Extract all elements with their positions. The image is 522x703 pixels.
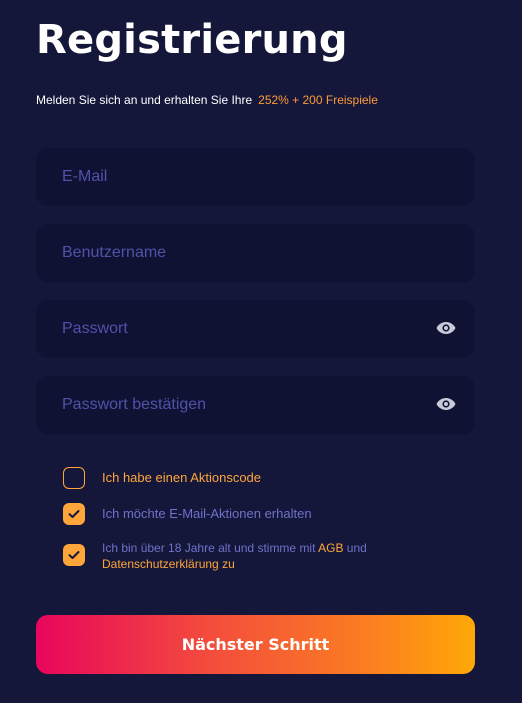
privacy-policy-link[interactable]: Datenschutzerklärung zu [102,557,235,571]
email-promotions-label[interactable]: Ich möchte E-Mail-Aktionen erhalten [102,505,312,523]
terms-row: Ich bin über 18 Jahre alt und stimme mit… [63,541,402,572]
promo-text: 252% + 200 Freispiele [258,93,378,107]
confirm-password-input[interactable] [36,376,475,434]
confirm-password-field [36,376,475,434]
terms-label: Ich bin über 18 Jahre alt und stimme mit… [102,540,402,572]
terms-and-text: und [343,541,367,555]
eye-icon[interactable] [435,321,457,335]
checkmark-icon [68,551,80,559]
promo-code-checkbox[interactable] [63,467,85,489]
email-input[interactable] [36,148,475,206]
promo-code-label[interactable]: Ich habe einen Aktionscode [102,469,261,487]
email-field [36,148,475,206]
subtitle-text: Melden Sie sich an und erhalten Sie Ihre [36,93,253,107]
subtitle: Melden Sie sich an und erhalten Sie Ihre… [36,92,378,108]
email-promotions-row: Ich möchte E-Mail-Aktionen erhalten [63,503,312,525]
username-input[interactable] [36,224,475,282]
agb-link[interactable]: AGB [318,541,343,555]
terms-checkbox[interactable] [63,544,85,566]
eye-icon[interactable] [435,397,457,411]
checkmark-icon [68,510,80,518]
page-title: Registrierung [36,17,348,63]
password-input[interactable] [36,300,475,358]
next-step-button[interactable]: Nächster Schritt [36,615,475,674]
promo-code-row: Ich habe einen Aktionscode [63,467,261,489]
terms-text: Ich bin über 18 Jahre alt und stimme mit [102,541,319,555]
password-field [36,300,475,358]
email-promotions-checkbox[interactable] [63,503,85,525]
username-field [36,224,475,282]
